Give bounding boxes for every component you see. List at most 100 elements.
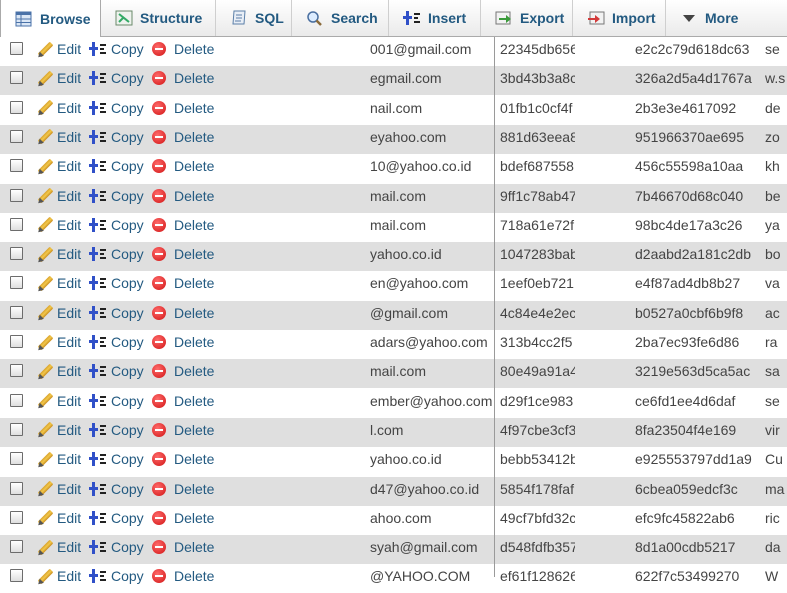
row-checkbox[interactable] xyxy=(10,540,23,554)
tab-export[interactable]: Export xyxy=(481,0,573,36)
copy-label: Copy xyxy=(111,275,144,292)
row-checkbox[interactable] xyxy=(10,247,23,261)
row-checkbox[interactable] xyxy=(10,276,23,290)
delete-link[interactable]: Delete xyxy=(152,96,214,120)
edit-link[interactable]: Edit xyxy=(36,271,81,295)
row-checkbox[interactable] xyxy=(10,393,23,407)
copy-link[interactable]: Copy xyxy=(89,447,144,471)
edit-link[interactable]: Edit xyxy=(36,447,81,471)
copy-link[interactable]: Copy xyxy=(89,535,144,559)
copy-link[interactable]: Copy xyxy=(89,477,144,501)
copy-link[interactable]: Copy xyxy=(89,330,144,354)
pencil-icon xyxy=(36,158,53,175)
copy-link[interactable]: Copy xyxy=(89,506,144,530)
tab-label: Browse xyxy=(40,10,91,27)
edit-link[interactable]: Edit xyxy=(36,125,81,149)
tab-search[interactable]: Search xyxy=(292,0,389,36)
copy-link[interactable]: Copy xyxy=(89,184,144,208)
copy-link[interactable]: Copy xyxy=(89,242,144,266)
edit-link[interactable]: Edit xyxy=(36,213,81,237)
row-checkbox[interactable] xyxy=(10,452,23,466)
row-checkbox[interactable] xyxy=(10,129,23,143)
edit-link[interactable]: Edit xyxy=(36,418,81,442)
copy-link[interactable]: Copy xyxy=(89,418,144,442)
tab-structure[interactable]: Structure xyxy=(101,0,216,36)
tab-import[interactable]: Import xyxy=(573,0,666,36)
delete-label: Delete xyxy=(174,480,215,497)
delete-link[interactable]: Delete xyxy=(152,66,214,90)
delete-icon xyxy=(152,540,166,555)
delete-label: Delete xyxy=(174,304,215,321)
delete-link[interactable]: Delete xyxy=(152,389,214,413)
delete-link[interactable]: Delete xyxy=(152,184,214,208)
edit-link[interactable]: Edit xyxy=(36,301,81,325)
copy-link[interactable]: Copy xyxy=(89,389,144,413)
delete-link[interactable]: Delete xyxy=(152,37,214,61)
delete-link[interactable]: Delete xyxy=(152,213,214,237)
edit-link[interactable]: Edit xyxy=(36,535,81,559)
row-checkbox[interactable] xyxy=(10,159,23,173)
edit-link[interactable]: Edit xyxy=(36,330,81,354)
hash-cell-2: 98bc4de17a3c26 xyxy=(635,216,743,233)
row-checkbox[interactable] xyxy=(10,364,23,378)
delete-link[interactable]: Delete xyxy=(152,359,214,383)
delete-link[interactable]: Delete xyxy=(152,125,214,149)
row-checkbox[interactable] xyxy=(10,71,23,85)
row-checkbox[interactable] xyxy=(10,422,23,436)
row-checkbox[interactable] xyxy=(10,305,23,319)
delete-link[interactable]: Delete xyxy=(152,447,214,471)
row-checkbox[interactable] xyxy=(10,42,23,55)
edit-link[interactable]: Edit xyxy=(36,242,81,266)
copy-link[interactable]: Copy xyxy=(89,125,144,149)
delete-link[interactable]: Delete xyxy=(152,418,214,442)
delete-link[interactable]: Delete xyxy=(152,301,214,325)
row-checkbox[interactable] xyxy=(10,188,23,202)
name-cell: ric xyxy=(765,509,780,526)
delete-link[interactable]: Delete xyxy=(152,506,214,530)
tab-sql[interactable]: SQL xyxy=(216,0,292,36)
name-cell: ya xyxy=(765,216,780,233)
copy-link[interactable]: Copy xyxy=(89,37,144,61)
copy-label: Copy xyxy=(111,128,144,145)
edit-link[interactable]: Edit xyxy=(36,506,81,530)
edit-link[interactable]: Edit xyxy=(36,359,81,383)
copy-link[interactable]: Copy xyxy=(89,271,144,295)
edit-link[interactable]: Edit xyxy=(36,154,81,178)
tab-more[interactable]: More xyxy=(666,0,787,36)
row-checkbox[interactable] xyxy=(10,510,23,524)
pencil-icon xyxy=(36,99,53,116)
delete-link[interactable]: Delete xyxy=(152,242,214,266)
edit-link[interactable]: Edit xyxy=(36,184,81,208)
copy-link[interactable]: Copy xyxy=(89,301,144,325)
row-checkbox[interactable] xyxy=(10,335,23,348)
delete-link[interactable]: Delete xyxy=(152,477,214,501)
edit-link[interactable]: Edit xyxy=(36,66,81,90)
edit-link[interactable]: Edit xyxy=(36,564,81,588)
copy-link[interactable]: Copy xyxy=(89,213,144,237)
delete-link[interactable]: Delete xyxy=(152,154,214,178)
pencil-icon xyxy=(36,334,53,351)
edit-link[interactable]: Edit xyxy=(36,96,81,120)
delete-link[interactable]: Delete xyxy=(152,330,214,354)
copy-link[interactable]: Copy xyxy=(89,66,144,90)
copy-link[interactable]: Copy xyxy=(89,359,144,383)
edit-link[interactable]: Edit xyxy=(36,389,81,413)
copy-link[interactable]: Copy xyxy=(89,96,144,120)
tab-insert[interactable]: Insert xyxy=(389,0,481,36)
pencil-icon xyxy=(36,480,53,497)
copy-link[interactable]: Copy xyxy=(89,154,144,178)
edit-link[interactable]: Edit xyxy=(36,37,81,61)
row-checkbox[interactable] xyxy=(10,569,23,583)
delete-link[interactable]: Delete xyxy=(152,564,214,588)
hash-cell-2: 456c55598a10aa xyxy=(635,158,744,175)
delete-label: Delete xyxy=(174,334,215,350)
delete-link[interactable]: Delete xyxy=(152,271,214,295)
row-checkbox[interactable] xyxy=(10,217,23,231)
table-row: Edit Copy Delete yahoo.co.id bebb53412b e9255… xyxy=(0,447,787,477)
delete-link[interactable]: Delete xyxy=(152,535,214,559)
row-checkbox[interactable] xyxy=(10,100,23,114)
tab-browse[interactable]: Browse xyxy=(0,0,101,37)
copy-link[interactable]: Copy xyxy=(89,564,144,588)
row-checkbox[interactable] xyxy=(10,481,23,495)
edit-link[interactable]: Edit xyxy=(36,477,81,501)
